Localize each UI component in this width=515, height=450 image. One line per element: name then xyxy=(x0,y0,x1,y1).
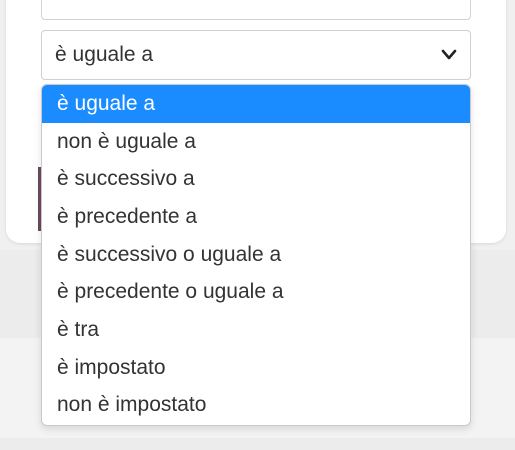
dropdown-option-impostato[interactable]: è impostato xyxy=(42,349,470,387)
option-label: è impostato xyxy=(57,355,166,379)
dropdown-option-non-impostato[interactable]: non è impostato xyxy=(42,387,470,425)
option-label: non è impostato xyxy=(57,393,207,417)
operator-dropdown-list: è uguale a non è uguale a è successivo a… xyxy=(41,84,471,426)
dropdown-option-uguale[interactable]: è uguale a xyxy=(42,85,470,123)
option-label: è precedente o uguale a xyxy=(57,280,284,304)
dropdown-option-successivo[interactable]: è successivo a xyxy=(42,160,470,198)
dropdown-option-precedente-uguale[interactable]: è precedente o uguale a xyxy=(42,273,470,311)
option-label: è successivo a xyxy=(57,167,195,191)
operator-select-value: è uguale a xyxy=(55,43,154,66)
chevron-down-icon xyxy=(441,49,457,60)
option-label: non è uguale a xyxy=(57,129,196,153)
dropdown-option-precedente[interactable]: è precedente a xyxy=(42,198,470,236)
operator-select[interactable]: è uguale a xyxy=(41,30,471,80)
filter-field-input[interactable] xyxy=(41,0,471,20)
option-label: è successivo o uguale a xyxy=(57,242,282,266)
dropdown-option-tra[interactable]: è tra xyxy=(42,311,470,349)
option-label: è tra xyxy=(57,317,100,341)
option-label: è uguale a xyxy=(57,91,156,115)
dropdown-option-successivo-uguale[interactable]: è successivo o uguale a xyxy=(42,236,470,274)
option-label: è precedente a xyxy=(57,204,198,228)
dropdown-option-non-uguale[interactable]: non è uguale a xyxy=(42,123,470,161)
